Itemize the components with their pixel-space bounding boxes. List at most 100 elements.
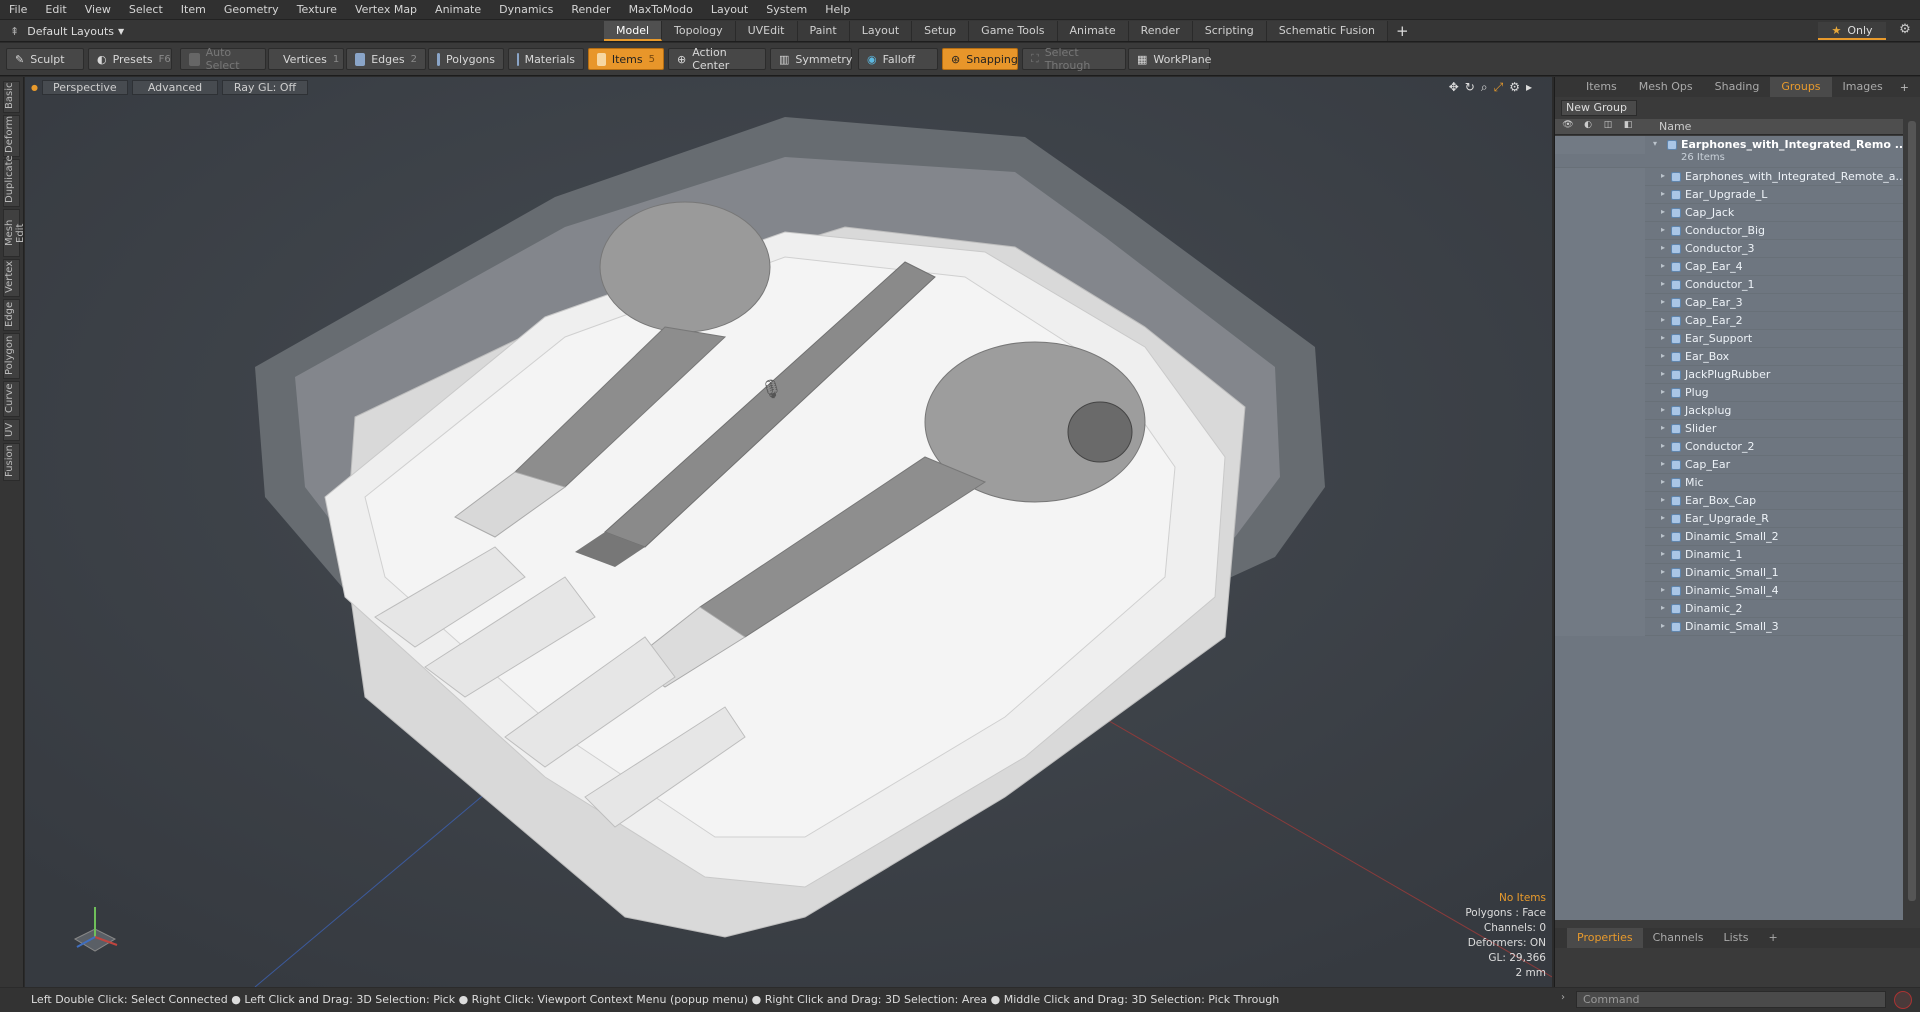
expand-item-icon[interactable]: ▸ — [1661, 585, 1665, 594]
expand-item-icon[interactable]: ▸ — [1661, 351, 1665, 360]
props-tab-properties[interactable]: Properties — [1567, 928, 1643, 948]
list-item[interactable]: ▸ Earphones_with_Integrated_Remote_a... — [1555, 168, 1903, 186]
expand-item-icon[interactable]: ▸ — [1661, 315, 1665, 324]
materials-button[interactable]: Materials — [508, 48, 584, 70]
falloff-button[interactable]: ◉ Falloff — [858, 48, 938, 70]
expand-item-icon[interactable]: ▸ — [1661, 423, 1665, 432]
expand-item-icon[interactable]: ▸ — [1661, 495, 1665, 504]
tab-game-tools[interactable]: Game Tools — [969, 21, 1058, 41]
rotate-icon[interactable]: ↻ — [1465, 80, 1475, 95]
action-center-button[interactable]: ⊕ Action Center — [668, 46, 766, 72]
tab-setup[interactable]: Setup — [912, 21, 970, 41]
left-tab-deform[interactable]: Deform — [3, 115, 20, 157]
expand-item-icon[interactable]: ▸ — [1661, 387, 1665, 396]
menu-item-geometry[interactable]: Geometry — [215, 0, 288, 20]
panel-tab-items[interactable]: Items — [1575, 77, 1628, 97]
snapping-button[interactable]: ⊛ Snapping — [942, 48, 1018, 70]
left-tab-polygon[interactable]: Polygon — [3, 333, 20, 379]
command-input[interactable]: Command — [1576, 991, 1886, 1008]
edges-button[interactable]: Edges 2 — [346, 48, 426, 70]
list-item[interactable]: ▸ Mic — [1555, 474, 1903, 492]
panel-tab-images[interactable]: Images — [1832, 77, 1894, 97]
list-item[interactable]: ▸ Cap_Jack — [1555, 204, 1903, 222]
left-tab-curve[interactable]: Curve — [3, 381, 20, 417]
list-item[interactable]: ▸ Ear_Box_Cap — [1555, 492, 1903, 510]
list-item[interactable]: ▸ Dinamic_1 — [1555, 546, 1903, 564]
command-clear-icon[interactable] — [1894, 991, 1912, 1009]
list-item[interactable]: ▸ Plug — [1555, 384, 1903, 402]
render-column-icon[interactable]: ◐ — [1581, 120, 1595, 133]
panel-tab-mesh-ops[interactable]: Mesh Ops — [1628, 77, 1704, 97]
list-item[interactable]: ▸ Ear_Box — [1555, 348, 1903, 366]
expand-item-icon[interactable]: ▸ — [1661, 297, 1665, 306]
expand-item-icon[interactable]: ▸ — [1661, 441, 1665, 450]
list-item[interactable]: ▸ Conductor_Big — [1555, 222, 1903, 240]
panel-tab-shading[interactable]: Shading — [1704, 77, 1771, 97]
props-tab-lists[interactable]: Lists — [1714, 928, 1759, 948]
select-through-button[interactable]: ⛶ Select Through — [1022, 46, 1126, 72]
list-item[interactable]: ▸ Dinamic_Small_4 — [1555, 582, 1903, 600]
menu-item-item[interactable]: Item — [172, 0, 215, 20]
menu-item-dynamics[interactable]: Dynamics — [490, 0, 562, 20]
list-item[interactable]: ▸ Ear_Upgrade_L — [1555, 186, 1903, 204]
layout-selector[interactable]: ⇞ Default Layouts ▼ — [10, 22, 124, 40]
tab-uvedit[interactable]: UVEdit — [735, 21, 798, 41]
list-item[interactable]: ▸ Cap_Ear_3 — [1555, 294, 1903, 312]
add-props-tab-button[interactable]: + — [1758, 928, 1787, 948]
list-item[interactable]: ▸ Dinamic_Small_3 — [1555, 618, 1903, 636]
add-tab-button[interactable]: + — [1388, 21, 1417, 41]
groups-scrollbar[interactable] — [1904, 119, 1920, 920]
tab-topology[interactable]: Topology — [662, 21, 736, 41]
raygl-button[interactable]: Ray GL: Off — [221, 79, 308, 95]
list-item[interactable]: ▸ Conductor_2 — [1555, 438, 1903, 456]
expand-item-icon[interactable]: ▸ — [1661, 333, 1665, 342]
expand-item-icon[interactable]: ▸ — [1661, 549, 1665, 558]
expand-item-icon[interactable]: ▸ — [1661, 207, 1665, 216]
menu-item-render[interactable]: Render — [562, 0, 619, 20]
expand-item-icon[interactable]: ▸ — [1661, 477, 1665, 486]
shading-mode-button[interactable]: Advanced — [131, 79, 218, 95]
name-column-header[interactable]: Name — [1659, 120, 1691, 133]
left-tab-edge[interactable]: Edge — [3, 299, 20, 331]
expand-item-icon[interactable]: ▸ — [1661, 567, 1665, 576]
expand-item-icon[interactable]: ▸ — [1661, 459, 1665, 468]
workplane-button[interactable]: ▦ WorkPlane — [1128, 48, 1211, 70]
expand-item-icon[interactable]: ▸ — [1661, 369, 1665, 378]
left-tab-vertex[interactable]: Vertex — [3, 259, 20, 297]
expand-item-icon[interactable]: ▸ — [1661, 261, 1665, 270]
tab-animate[interactable]: Animate — [1057, 21, 1129, 41]
left-tab-duplicate[interactable]: Duplicate — [3, 155, 20, 207]
select-column-icon[interactable]: ◧ — [1621, 120, 1635, 133]
list-item[interactable]: ▸ Cap_Ear — [1555, 456, 1903, 474]
auto-select-button[interactable]: Auto Select — [180, 46, 266, 72]
list-item[interactable]: ▸ Ear_Support — [1555, 330, 1903, 348]
tab-paint[interactable]: Paint — [797, 21, 850, 41]
3d-viewport[interactable]: 🎙 ● Perspective Advanced Ray GL: Off ✥ ↻… — [25, 77, 1552, 987]
menu-item-file[interactable]: File — [0, 0, 36, 20]
left-tab-mesh-edit[interactable]: Mesh Edit — [3, 209, 26, 257]
maximize-icon[interactable]: ⤢ — [1494, 80, 1504, 95]
symmetry-button[interactable]: ▥ Symmetry — [770, 48, 852, 70]
group-row[interactable]: ▾ Earphones_with_Integrated_Remo ... 26 It… — [1555, 136, 1903, 168]
menu-item-view[interactable]: View — [76, 0, 120, 20]
expand-item-icon[interactable]: ▸ — [1661, 189, 1665, 198]
expand-item-icon[interactable]: ▸ — [1661, 279, 1665, 288]
list-item[interactable]: ▸ Ear_Upgrade_R — [1555, 510, 1903, 528]
menu-item-layout[interactable]: Layout — [702, 0, 757, 20]
menu-item-system[interactable]: System — [757, 0, 816, 20]
menu-item-texture[interactable]: Texture — [288, 0, 346, 20]
vertices-button[interactable]: Vertices 1 — [268, 48, 344, 70]
list-item[interactable]: ▸ JackPlugRubber — [1555, 366, 1903, 384]
list-item[interactable]: ▸ Dinamic_Small_1 — [1555, 564, 1903, 582]
items-button[interactable]: Items 5 — [588, 48, 664, 70]
props-tab-channels[interactable]: Channels — [1643, 928, 1714, 948]
list-item[interactable]: ▸ Dinamic_Small_2 — [1555, 528, 1903, 546]
polygons-button[interactable]: Polygons — [428, 48, 504, 70]
tab-schematic-fusion[interactable]: Schematic Fusion — [1266, 21, 1389, 41]
list-item[interactable]: ▸ Jackplug — [1555, 402, 1903, 420]
viewport-settings-icon[interactable]: ⚙ — [1509, 80, 1520, 95]
lock-column-icon[interactable]: ◫ — [1601, 120, 1615, 133]
menu-item-edit[interactable]: Edit — [36, 0, 75, 20]
tab-layout[interactable]: Layout — [849, 21, 913, 41]
left-tab-fusion[interactable]: Fusion — [3, 443, 20, 481]
